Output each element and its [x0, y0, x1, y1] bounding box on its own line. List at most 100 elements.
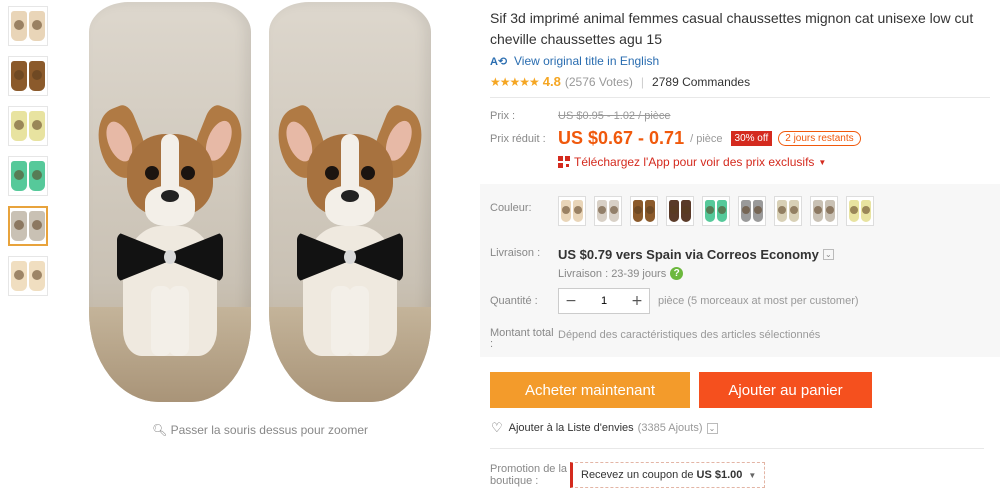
- quantity-note: pièce (5 morceaux at most per customer): [658, 295, 859, 307]
- color-swatches: [558, 196, 874, 226]
- price-block: Prix : US $0.95 - 1.02 / pièce Prix rédu…: [490, 110, 990, 169]
- main-product-image[interactable]: [60, 0, 460, 415]
- color-swatch-5[interactable]: [702, 196, 730, 226]
- sock-thumbnail-image: [29, 211, 45, 241]
- sock-thumbnail-image: [29, 161, 45, 191]
- store-promo-label: Promotion de la boutique :: [490, 463, 568, 487]
- sock-thumbnail-image: [11, 61, 27, 91]
- sock-swatch-image: [777, 200, 787, 222]
- color-swatch-8[interactable]: [810, 196, 838, 226]
- increase-button[interactable]: +: [625, 289, 649, 313]
- sock-swatch-image: [597, 200, 607, 222]
- sock-swatch-image: [825, 200, 835, 222]
- buy-now-button[interactable]: Acheter maintenant: [490, 372, 690, 408]
- sock-swatch-image: [609, 200, 619, 222]
- color-swatch-1[interactable]: [558, 196, 586, 226]
- product-title: Sif 3d imprimé animal femmes casual chau…: [490, 10, 974, 47]
- color-label: Couleur:: [490, 202, 532, 214]
- votes-count[interactable]: (2576 Votes): [565, 75, 633, 89]
- total-label: Montant total :: [490, 327, 554, 350]
- orders-count: 2789 Commandes: [652, 74, 751, 89]
- shipping-row: Livraison : US $0.79 vers Spain via Corr…: [490, 247, 834, 280]
- sock-swatch-image: [741, 200, 751, 222]
- wishlist-count: (3385 Ajouts): [637, 422, 703, 434]
- sale-price-label: Prix réduit :: [490, 132, 546, 145]
- thumbnail-3[interactable]: [8, 106, 48, 146]
- chihuahua-print: [89, 102, 251, 368]
- sock-swatch-image: [705, 200, 715, 222]
- price-label: Prix :: [490, 110, 516, 122]
- thumbnail-6[interactable]: [8, 256, 48, 296]
- color-swatch-4[interactable]: [666, 196, 694, 226]
- quantity-row: Quantité : − + pièce (5 morceaux at most…: [490, 288, 859, 314]
- total-value: Dépend des caractéristiques des articles…: [558, 329, 821, 341]
- sock-swatch-image: [573, 200, 583, 222]
- sock-thumbnail-image: [11, 161, 27, 191]
- caret-down-icon: ▼: [818, 157, 827, 167]
- view-original-title-link[interactable]: A⟲ View original title in English: [490, 54, 990, 68]
- zoom-hint: 🔍︎ Passer la souris dessus pour zoomer: [152, 423, 368, 437]
- divider: |: [640, 74, 645, 89]
- sock-swatch-image: [645, 200, 655, 222]
- sock-swatch-image: [561, 200, 571, 222]
- sock-thumbnail-image: [11, 211, 27, 241]
- thumbnail-1[interactable]: [8, 6, 48, 46]
- sale-price: US $0.67 - 0.71: [558, 128, 685, 148]
- sock-thumbnail-image: [11, 111, 27, 141]
- sock-right-image: [269, 2, 431, 402]
- rating-row: ★★★★★ 4.8 (2576 Votes) | 2789 Commandes: [490, 74, 990, 98]
- sock-thumbnail-image: [11, 261, 27, 291]
- magnifier-icon: 🔍︎: [152, 423, 168, 437]
- chevron-down-icon[interactable]: ⌄: [822, 249, 834, 260]
- discount-badge: 30% off: [730, 131, 773, 146]
- per-unit: / pièce: [690, 132, 723, 145]
- delivery-time: Livraison : 23-39 jours ?: [558, 267, 684, 280]
- divider: [490, 448, 984, 449]
- color-swatch-7[interactable]: [774, 196, 802, 226]
- rating-value: 4.8: [542, 74, 561, 89]
- product-details: Sif 3d imprimé animal femmes casual chau…: [490, 0, 990, 169]
- chevron-down-icon[interactable]: ⌄: [706, 422, 718, 434]
- quantity-stepper: − +: [558, 288, 650, 314]
- original-price: US $0.95 - 1.02 / pièce: [558, 110, 671, 122]
- sock-swatch-image: [633, 200, 643, 222]
- quantity-input[interactable]: [583, 289, 625, 313]
- store-promo-row: Promotion de la boutique : Recevez un co…: [490, 462, 766, 488]
- thumbnail-4[interactable]: [8, 156, 48, 196]
- sock-thumbnail-image: [29, 11, 45, 41]
- add-to-cart-button[interactable]: Ajouter au panier: [699, 372, 872, 408]
- heart-icon: ♡: [491, 420, 503, 435]
- sock-swatch-image: [849, 200, 859, 222]
- star-rating-icon[interactable]: ★★★★★: [490, 75, 540, 89]
- coupon-dropdown[interactable]: Recevez un coupon de US $1.00 ▼: [570, 462, 766, 488]
- sock-swatch-image: [681, 200, 691, 222]
- sock-swatch-image: [717, 200, 727, 222]
- sock-swatch-image: [813, 200, 823, 222]
- color-swatch-3[interactable]: [630, 196, 658, 226]
- chihuahua-print: [269, 102, 431, 368]
- color-swatch-9[interactable]: [846, 196, 874, 226]
- sock-swatch-image: [753, 200, 763, 222]
- color-swatch-2[interactable]: [594, 196, 622, 226]
- wishlist-link[interactable]: ♡ Ajouter à la Liste d'envies (3385 Ajou…: [491, 420, 718, 436]
- quantity-label: Quantité :: [490, 295, 538, 307]
- sock-thumbnail-image: [11, 11, 27, 41]
- qr-code-icon: [558, 156, 570, 168]
- sock-thumbnail-image: [29, 61, 45, 91]
- total-row: Montant total : Dépend des caractéristiq…: [490, 328, 820, 350]
- thumbnail-5[interactable]: [8, 206, 48, 246]
- app-promo-link[interactable]: Téléchargez l'App pour voir des prix exc…: [558, 155, 990, 169]
- color-selector: Couleur:: [490, 196, 874, 226]
- thumbnail-2[interactable]: [8, 56, 48, 96]
- help-icon[interactable]: ?: [670, 267, 684, 280]
- caret-down-icon: ▼: [748, 470, 757, 480]
- shipping-option[interactable]: US $0.79 vers Spain via Correos Economy …: [558, 247, 834, 262]
- translate-icon: A⟲: [490, 56, 508, 68]
- days-left-badge: 2 jours restants: [778, 131, 861, 146]
- thumbnail-strip: [8, 6, 52, 306]
- sock-thumbnail-image: [29, 111, 45, 141]
- decrease-button[interactable]: −: [559, 289, 583, 313]
- action-buttons: Acheter maintenant Ajouter au panier: [490, 372, 872, 408]
- color-swatch-6[interactable]: [738, 196, 766, 226]
- sock-swatch-image: [861, 200, 871, 222]
